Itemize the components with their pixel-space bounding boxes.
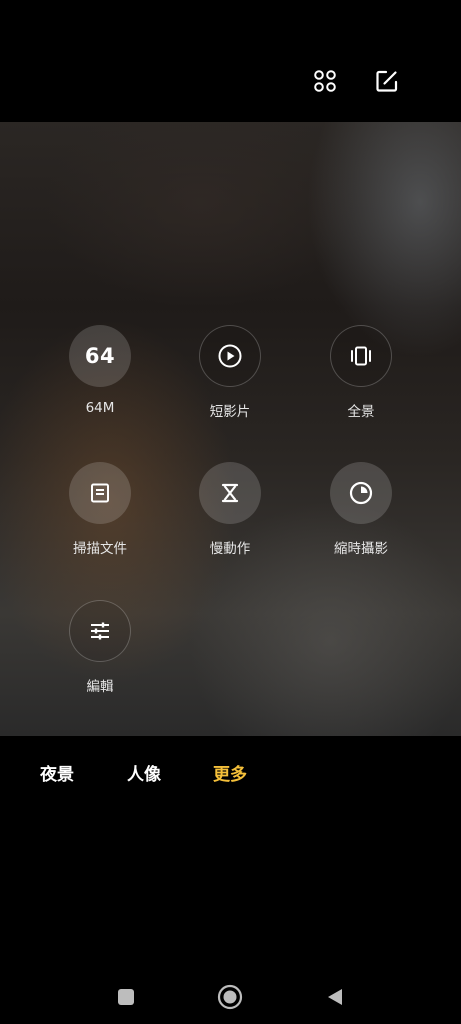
timer-icon bbox=[349, 481, 373, 505]
mode-short-video-button[interactable] bbox=[199, 325, 261, 387]
mode-label: 編輯 bbox=[86, 679, 114, 695]
mode-slow-motion-button[interactable] bbox=[199, 462, 261, 524]
mode-64m[interactable]: 64 64M bbox=[45, 325, 155, 435]
number-64-icon: 64 bbox=[84, 344, 116, 368]
top-bar bbox=[0, 0, 461, 122]
tab-portrait[interactable]: 人像 bbox=[127, 760, 161, 785]
mode-timelapse-button[interactable] bbox=[330, 462, 392, 524]
mode-label: 短影片 bbox=[209, 404, 251, 420]
camera-viewfinder[interactable]: 64 64M 短影片 全景 掃描文件 慢動作 縮時攝影 編輯 bbox=[0, 122, 461, 736]
tab-night[interactable]: 夜景 bbox=[40, 760, 74, 785]
mode-label: 掃描文件 bbox=[73, 541, 127, 557]
mode-timelapse[interactable]: 縮時攝影 bbox=[306, 462, 416, 572]
mode-64m-button[interactable]: 64 bbox=[69, 325, 131, 387]
grid-icon[interactable] bbox=[310, 66, 340, 96]
mode-label: 縮時攝影 bbox=[334, 541, 388, 557]
home-icon[interactable] bbox=[217, 984, 243, 1010]
sliders-icon bbox=[91, 622, 109, 640]
mode-panorama-button[interactable] bbox=[330, 325, 392, 387]
mode-label: 全景 bbox=[347, 404, 375, 420]
document-icon bbox=[91, 483, 109, 503]
mode-slow-motion[interactable]: 慢動作 bbox=[175, 462, 285, 572]
mode-label: 慢動作 bbox=[209, 541, 251, 557]
system-nav-bar bbox=[0, 970, 461, 1024]
edit-icon[interactable] bbox=[372, 66, 402, 96]
more-modes-grid: 64 64M 短影片 全景 掃描文件 慢動作 縮時攝影 編輯 bbox=[0, 122, 461, 736]
play-circle-icon bbox=[218, 344, 242, 368]
tab-more[interactable]: 更多 bbox=[213, 760, 247, 785]
back-icon[interactable] bbox=[322, 984, 348, 1010]
mode-panorama[interactable]: 全景 bbox=[306, 325, 416, 435]
camera-screen: 64 64M 短影片 全景 掃描文件 慢動作 縮時攝影 編輯 夜景 人像 更多 bbox=[0, 0, 461, 1024]
mode-edit-button[interactable] bbox=[69, 600, 131, 662]
mode-scan-document-button[interactable] bbox=[69, 462, 131, 524]
hourglass-icon bbox=[221, 483, 239, 503]
mode-edit[interactable]: 編輯 bbox=[45, 600, 155, 710]
mode-short-video[interactable]: 短影片 bbox=[175, 325, 285, 435]
camera-mode-tabs: 夜景 人像 更多 bbox=[0, 736, 461, 806]
mode-label: 64M bbox=[85, 400, 115, 416]
mode-scan-document[interactable]: 掃描文件 bbox=[45, 462, 155, 572]
panorama-icon bbox=[351, 346, 371, 366]
recents-icon[interactable] bbox=[113, 984, 139, 1010]
